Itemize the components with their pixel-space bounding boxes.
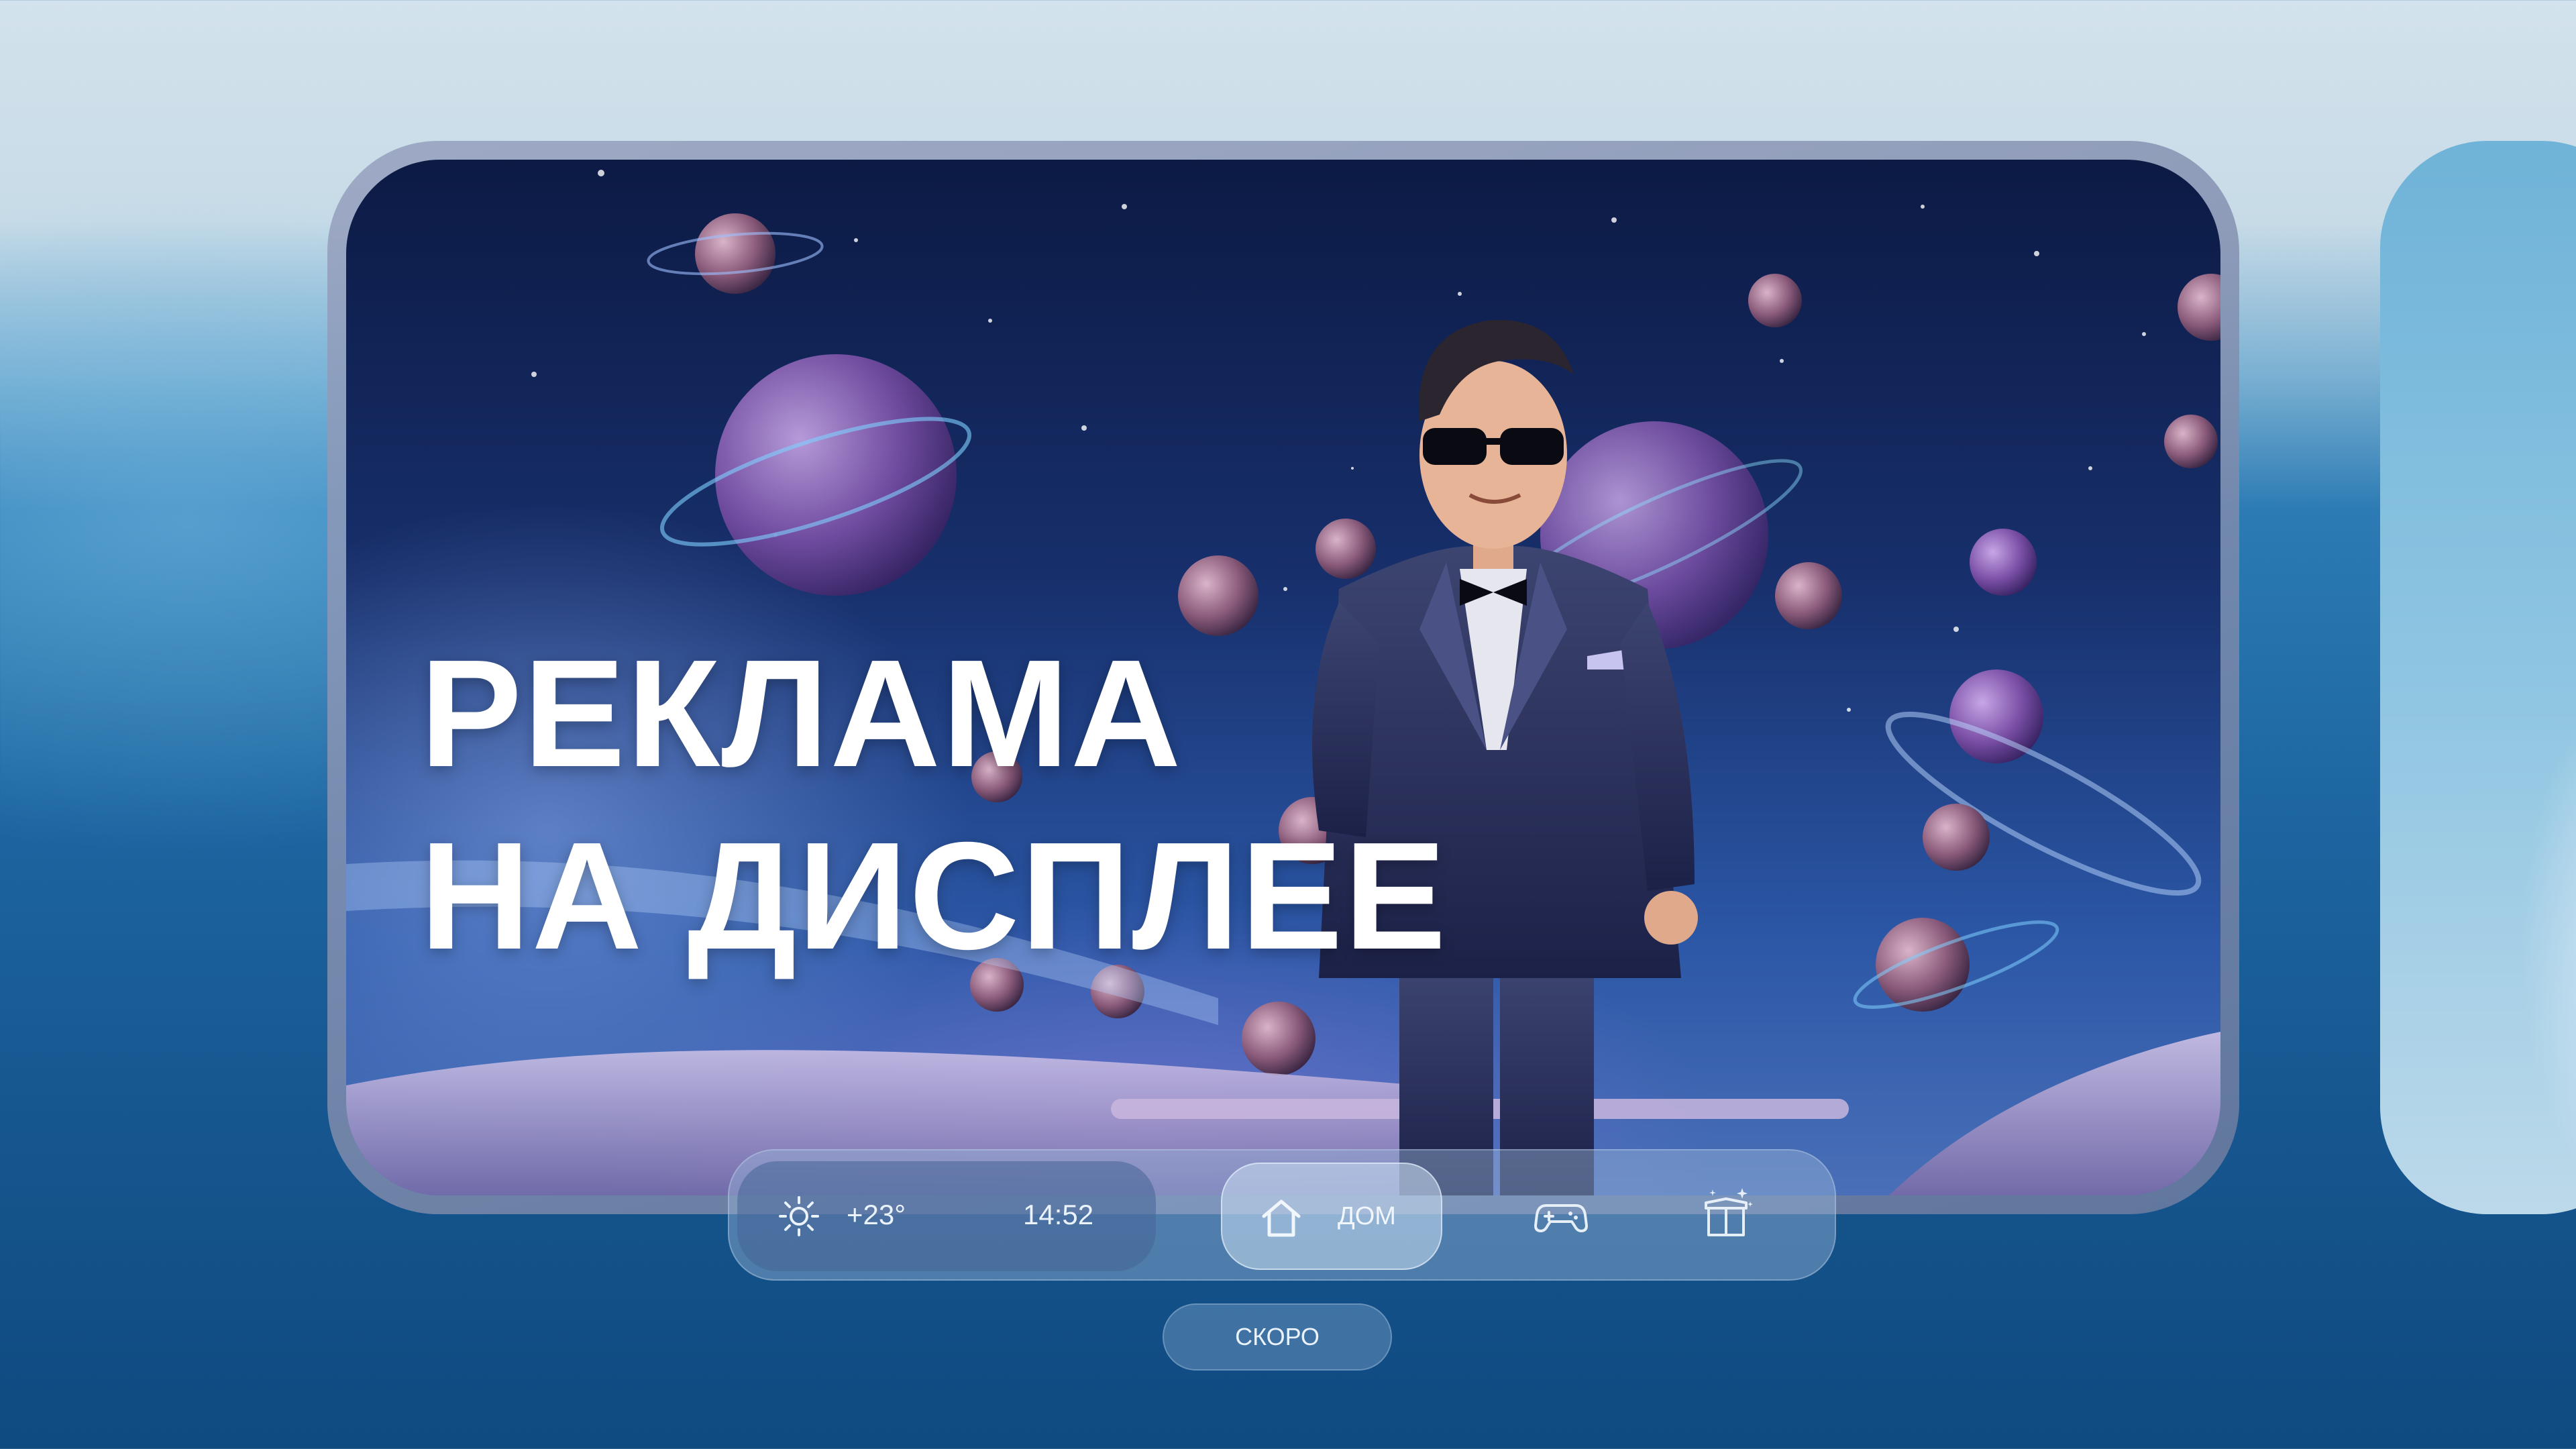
home-icon — [1262, 1199, 1301, 1237]
temperature-value: +23° — [847, 1199, 906, 1230]
headline-line-2: НА ДИСПЛЕЕ — [420, 811, 1448, 981]
promo-headline: РЕКЛАМА НА ДИСПЛЕЕ — [420, 623, 1448, 987]
bottom-dock: +23° 14:52 ДОМ — [728, 1149, 1836, 1281]
soon-badge[interactable]: СКОРО — [1163, 1303, 1392, 1371]
tab-home[interactable]: ДОМ — [1221, 1163, 1442, 1270]
gift-box-icon[interactable] — [1699, 1184, 1756, 1240]
status-widget[interactable]: +23° 14:52 — [737, 1161, 1156, 1271]
promo-card-content: РЕКЛАМА НА ДИСПЛЕЕ — [346, 160, 2220, 1195]
promo-card[interactable]: РЕКЛАМА НА ДИСПЛЕЕ — [327, 141, 2239, 1214]
next-card-preview[interactable] — [2380, 141, 2576, 1214]
clock-time: 14:52 — [1023, 1199, 1094, 1230]
headline-line-1: РЕКЛАМА — [420, 629, 1183, 799]
gamepad-icon[interactable] — [1533, 1188, 1589, 1244]
sun-icon — [779, 1196, 819, 1236]
tab-home-label: ДОМ — [1338, 1202, 1396, 1230]
